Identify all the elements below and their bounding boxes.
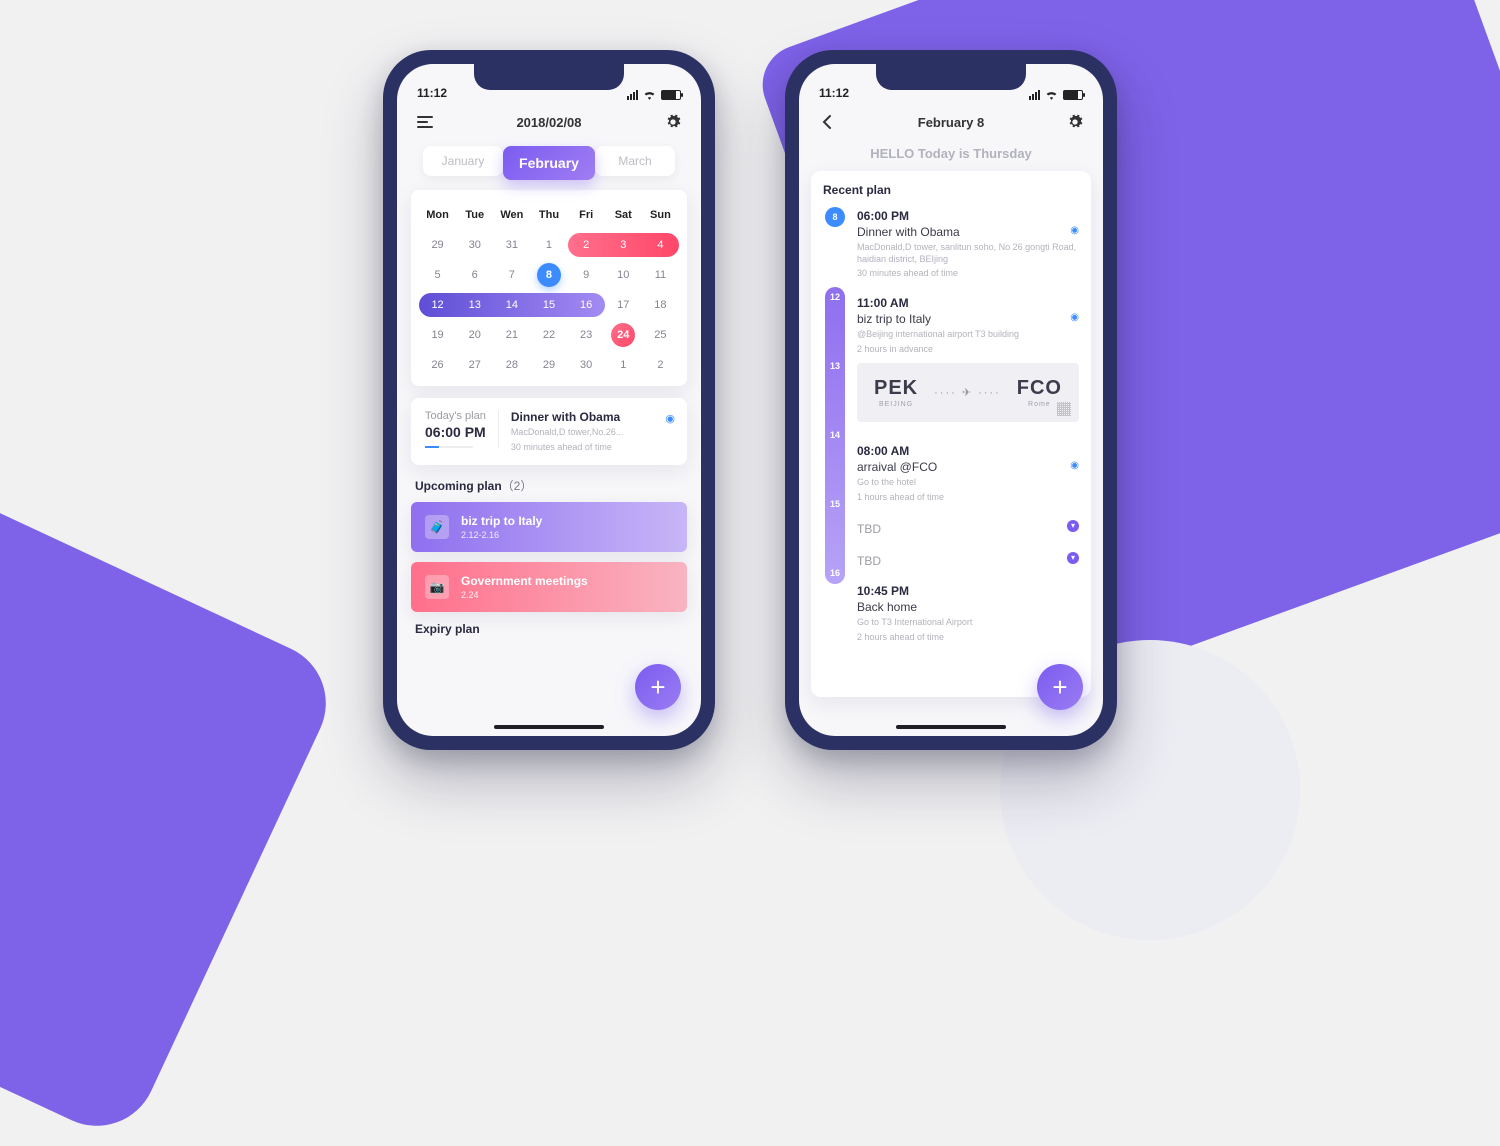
location-icon: ◉ (1070, 312, 1079, 323)
calendar-weekday: Sat (605, 200, 642, 230)
today-plan-location: MacDonald,D tower,No.26... (511, 427, 624, 439)
timeline-item[interactable]: 10:45 PMBack homeGo to T3 International … (857, 582, 1079, 657)
calendar-weekday: Fri (568, 200, 605, 230)
timeline-item[interactable]: TBD▾ (857, 518, 1079, 550)
calendar-day[interactable]: 22 (530, 320, 567, 350)
calendar-weekday: Tue (456, 200, 493, 230)
flight-card[interactable]: PEKBEIJING···· ✈ ····FCORome (857, 363, 1079, 422)
phone-calendar: 11:12 2018/02/08 January February (383, 50, 715, 750)
calendar-day[interactable]: 17 (605, 290, 642, 320)
calendar-day[interactable]: 23 (568, 320, 605, 350)
day-badge: 8 (825, 207, 845, 227)
calendar-day[interactable]: 30 (456, 230, 493, 260)
recent-plan-label: Recent plan (823, 183, 1079, 197)
calendar-day[interactable]: 28 (493, 350, 530, 380)
calendar-day[interactable]: 19 (419, 320, 456, 350)
calendar-weekday: Mon (419, 200, 456, 230)
timeline-item[interactable]: 06:00 PM Dinner with Obama MacDonald,D t… (857, 207, 1079, 294)
month-prev[interactable]: January (423, 146, 503, 176)
qr-icon (1057, 402, 1071, 416)
calendar-grid: MonTueWenThuFriSatSun 293031123456789101… (411, 190, 687, 386)
calendar-day[interactable]: 12 (419, 290, 456, 320)
timeline-item[interactable]: 11:00 AMbiz trip to Italy@Beijing intern… (857, 294, 1079, 442)
today-plan-progress (425, 446, 473, 448)
calendar-day[interactable]: 1 (530, 230, 567, 260)
calendar-day[interactable]: 9 (568, 260, 605, 290)
more-icon[interactable]: ▾ (1067, 520, 1079, 532)
calendar-day[interactable]: 16 (568, 290, 605, 320)
add-button[interactable]: + (1037, 664, 1083, 710)
calendar-day[interactable]: 24 (605, 320, 642, 350)
settings-icon[interactable] (663, 112, 683, 132)
greeting-text: HELLO Today is Thursday (799, 146, 1103, 161)
month-current[interactable]: February (503, 146, 595, 180)
calendar-day[interactable]: 20 (456, 320, 493, 350)
month-selector: January February March (415, 146, 683, 180)
today-plan-note: 30 minutes ahead of time (511, 442, 624, 454)
calendar-day[interactable]: 25 (642, 320, 679, 350)
calendar-day[interactable]: 29 (530, 350, 567, 380)
settings-icon[interactable] (1065, 112, 1085, 132)
calendar-day[interactable]: 31 (493, 230, 530, 260)
location-icon: ◉ (665, 412, 675, 425)
today-plan-time: 06:00 PM (425, 424, 486, 440)
upcoming-plan-card[interactable]: 📷Government meetings2.24 (411, 562, 687, 612)
menu-icon[interactable] (415, 112, 435, 132)
home-indicator[interactable] (494, 725, 604, 729)
calendar-day[interactable]: 10 (605, 260, 642, 290)
calendar-day[interactable]: 2 (642, 350, 679, 380)
signal-icon (1029, 90, 1040, 100)
recent-plan-card: Recent plan 8 06:00 PM Dinner with Obama… (811, 171, 1091, 697)
upcoming-plan-card[interactable]: 🧳biz trip to Italy2.12-2.16 (411, 502, 687, 552)
calendar-day[interactable]: 7 (493, 260, 530, 290)
calendar-day[interactable]: 26 (419, 350, 456, 380)
calendar-day[interactable]: 21 (493, 320, 530, 350)
calendar-day[interactable]: 6 (456, 260, 493, 290)
calendar-weekday: Wen (493, 200, 530, 230)
timeline-item[interactable]: 08:00 AMarraival @FCOGo to the hotel1 ho… (857, 442, 1079, 517)
phone-day-detail: 11:12 February 8 HELLO Today is Thursday (785, 50, 1117, 750)
signal-icon (627, 90, 638, 100)
timeline-item[interactable]: TBD▾ (857, 550, 1079, 582)
add-button[interactable]: + (635, 664, 681, 710)
calendar-day[interactable]: 27 (456, 350, 493, 380)
calendar-day[interactable]: 3 (605, 230, 642, 260)
calendar-day[interactable]: 29 (419, 230, 456, 260)
month-next[interactable]: March (595, 146, 675, 176)
calendar-weekday: Sun (642, 200, 679, 230)
calendar-weekday: Thu (530, 200, 567, 230)
back-icon[interactable] (817, 112, 837, 132)
today-plan-card[interactable]: Today's plan 06:00 PM Dinner with Obama … (411, 398, 687, 465)
briefcase-icon: 🧳 (425, 515, 449, 539)
calendar-day[interactable]: 8 (530, 260, 567, 290)
today-plan-title: Dinner with Obama (511, 410, 624, 424)
calendar-day[interactable]: 5 (419, 260, 456, 290)
header-date: February 8 (837, 115, 1065, 130)
today-plan-label: Today's plan (425, 410, 486, 422)
calendar-day[interactable]: 18 (642, 290, 679, 320)
location-icon: ◉ (1070, 225, 1079, 236)
calendar-day[interactable]: 4 (642, 230, 679, 260)
day-range-bar: 1213141516 (825, 287, 845, 584)
expiry-header: Expiry plan (415, 622, 683, 636)
camera-icon: 📷 (425, 575, 449, 599)
calendar-day[interactable]: 11 (642, 260, 679, 290)
upcoming-header: Upcoming plan（2） (415, 477, 683, 494)
calendar-day[interactable]: 14 (493, 290, 530, 320)
wifi-icon (643, 90, 656, 100)
plane-icon: ···· ✈ ···· (934, 386, 1001, 399)
calendar-day[interactable]: 13 (456, 290, 493, 320)
calendar-day[interactable]: 30 (568, 350, 605, 380)
home-indicator[interactable] (896, 725, 1006, 729)
header-date: 2018/02/08 (435, 115, 663, 130)
calendar-day[interactable]: 1 (605, 350, 642, 380)
location-icon: ◉ (1070, 460, 1079, 471)
battery-icon (1063, 90, 1083, 100)
calendar-day[interactable]: 15 (530, 290, 567, 320)
more-icon[interactable]: ▾ (1067, 552, 1079, 564)
calendar-day[interactable]: 2 (568, 230, 605, 260)
wifi-icon (1045, 90, 1058, 100)
battery-icon (661, 90, 681, 100)
